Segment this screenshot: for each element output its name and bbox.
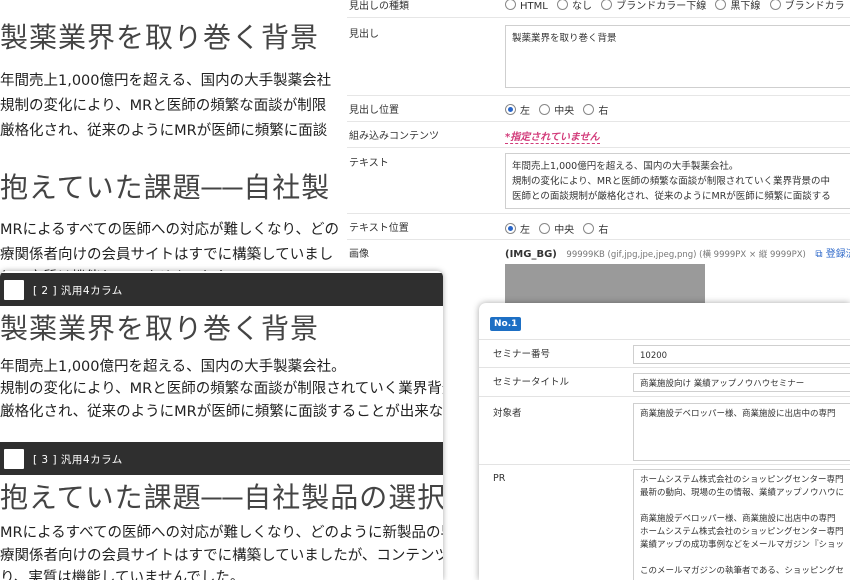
- article-line: 年間売上1,000億円を超える、国内の大手製薬会社: [0, 73, 332, 89]
- radio-left[interactable]: 左: [505, 223, 530, 236]
- radio-right[interactable]: 右: [583, 104, 608, 117]
- heading-label: 見出し: [349, 29, 379, 40]
- module-title: [ 2 ] 汎用4カラム: [33, 285, 123, 297]
- heading-type-label: 見出しの種類: [349, 1, 409, 12]
- module-header-2: [ 2 ] 汎用4カラム: [0, 273, 443, 306]
- radio-circle-icon: [715, 0, 727, 10]
- image-spec: 99999KB (gif,jpg,jpe,jpeg,png) (横 9999PX…: [566, 250, 806, 260]
- seminar-form-panel: No.1 セミナー番号 10200 セミナータイトル 商業施設向け 業績アップノ…: [479, 303, 850, 580]
- heading-position-options: 左 中央 右: [505, 102, 614, 117]
- radio-right[interactable]: 右: [583, 223, 608, 236]
- module-checkbox[interactable]: [4, 449, 24, 469]
- embed-content-unset-link[interactable]: *指定されていません: [505, 128, 600, 144]
- radio-selected-icon: [505, 223, 516, 234]
- module-line: 年間売上1,000億円を超える、国内の大手製薬会社。: [0, 359, 346, 375]
- radio-brand-underline[interactable]: ブランドカラー下線: [601, 0, 706, 12]
- module-heading: 製薬業界を取り巻く背景: [0, 312, 320, 345]
- embed-content-row: 組み込みコンテンツ *指定されていません: [347, 121, 850, 148]
- seminar-number-badge: No.1: [490, 317, 522, 331]
- radio-circle-icon: [557, 0, 569, 10]
- radio-circle-icon: [539, 223, 551, 234]
- seminar-number-label: セミナー番号: [493, 349, 551, 360]
- radio-none[interactable]: なし: [557, 0, 592, 12]
- radio-circle-icon: [539, 104, 551, 115]
- registered-link[interactable]: ⧉ 登録済み: [815, 249, 850, 260]
- seminar-number-row: セミナー番号 10200: [479, 339, 850, 368]
- module-line: 厳格化され、従来のようにMRが医師に頻繁に面談することが出来なくな: [0, 404, 443, 420]
- external-link-icon: ⧉: [815, 249, 823, 260]
- radio-circle-icon: [769, 0, 781, 10]
- radio-circle-icon: [505, 0, 516, 10]
- heading-position-label: 見出し位置: [349, 105, 399, 116]
- article-line: 療関係者向けの会員サイトはすでに構築していまし: [0, 247, 334, 263]
- module-checkbox[interactable]: [4, 280, 24, 300]
- radio-brand-color[interactable]: ブランドカラ: [769, 0, 845, 12]
- module-line: MRによるすべての医師への対応が難しくなり、どのように新製品の早期浸: [0, 525, 443, 541]
- seminar-pr-row: PR ホームシステム株式会社のショッピングセンター専門 最新の動向、現場の生の情…: [479, 464, 850, 580]
- text-row: テキスト 年間売上1,000億円を超える、国内の大手製薬会社。 規制の変化により…: [347, 147, 850, 214]
- module-line: 規制の変化により、MRと医師の頻繁な面談が制限されていく業界背景の: [0, 381, 443, 397]
- text-label: テキスト: [349, 158, 389, 169]
- article-line: 規制の変化により、MRと医師の頻繁な面談が制限: [0, 98, 327, 114]
- text-position-options: 左 中央 右: [505, 221, 614, 236]
- radio-circle-icon: [583, 223, 595, 234]
- seminar-pr-textarea[interactable]: ホームシステム株式会社のショッピングセンター専門 最新の動向、現場の生の情報、業…: [633, 469, 850, 580]
- heading-textarea[interactable]: 製薬業界を取り巻く背景: [505, 25, 850, 88]
- image-meta: (IMG_BG) 99999KB (gif,jpg,jpe,jpeg,png) …: [505, 245, 850, 260]
- heading-type-options: HTML なし ブランドカラー下線 黒下線 ブランドカラ: [505, 0, 850, 12]
- article-line: MRによるすべての医師への対応が難しくなり、どの: [0, 222, 339, 238]
- seminar-title-input[interactable]: 商業施設向け 業績アップノウハウセミナー: [633, 373, 850, 392]
- radio-circle-icon: [601, 0, 613, 10]
- module-line: り、実質は機能していませんでした。: [0, 570, 245, 580]
- module-preview-panel: [ 2 ] 汎用4カラム 製薬業界を取り巻く背景 年間売上1,000億円を超える…: [0, 271, 443, 580]
- module-heading: 抱えていた課題──自社製品の選択: [0, 481, 443, 514]
- module-title: [ 3 ] 汎用4カラム: [33, 454, 123, 466]
- heading-position-row: 見出し位置 左 中央 右: [347, 95, 850, 122]
- seminar-target-label: 対象者: [493, 408, 522, 419]
- radio-center[interactable]: 中央: [539, 223, 574, 236]
- heading-type-row: 見出しの種類 HTML なし ブランドカラー下線 黒下線 ブランドカラ: [347, 0, 850, 18]
- seminar-number-input[interactable]: 10200: [633, 345, 850, 364]
- seminar-target-textarea[interactable]: 商業施設デベロッパー様、商業施設に出店中の専門: [633, 403, 850, 461]
- text-position-label: テキスト位置: [349, 223, 409, 234]
- seminar-pr-label: PR: [493, 473, 506, 484]
- image-tag: (IMG_BG): [505, 249, 557, 260]
- image-thumbnail: [505, 264, 705, 304]
- seminar-title-label: セミナータイトル: [493, 377, 570, 388]
- module-line: 療関係者向けの会員サイトはすでに構築していましたが、コンテンツの追: [0, 548, 443, 564]
- text-position-row: テキスト位置 左 中央 右: [347, 213, 850, 240]
- embed-content-label: 組み込みコンテンツ: [349, 131, 439, 142]
- seminar-target-row: 対象者 商業施設デベロッパー様、商業施設に出店中の専門: [479, 396, 850, 465]
- article-heading-2: 抱えていた課題──自社製: [0, 171, 331, 204]
- radio-center[interactable]: 中央: [539, 104, 574, 117]
- radio-left[interactable]: 左: [505, 104, 530, 117]
- radio-circle-icon: [583, 104, 595, 115]
- radio-black-underline[interactable]: 黒下線: [715, 0, 760, 12]
- text-textarea[interactable]: 年間売上1,000億円を超える、国内の大手製薬会社。 規制の変化により、MRと医…: [505, 153, 850, 209]
- article-line: 厳格化され、従来のようにMRが医師に頻繁に面談: [0, 123, 328, 139]
- module-header-3: [ 3 ] 汎用4カラム: [0, 442, 443, 475]
- heading-row: 見出し 製薬業界を取り巻く背景: [347, 17, 850, 96]
- radio-selected-icon: [505, 104, 516, 115]
- image-label: 画像: [349, 249, 369, 260]
- article-heading-1: 製薬業界を取り巻く背景: [0, 21, 320, 54]
- radio-html[interactable]: HTML: [505, 0, 548, 12]
- seminar-title-row: セミナータイトル 商業施設向け 業績アップノウハウセミナー: [479, 367, 850, 397]
